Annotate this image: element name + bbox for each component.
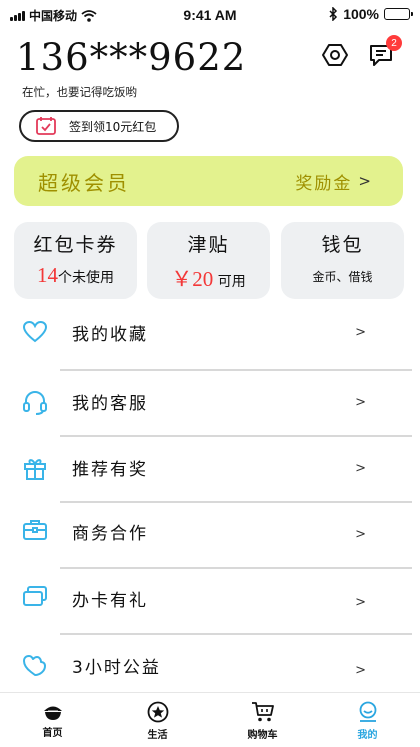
battery-icon bbox=[384, 8, 413, 20]
status-right: 100% bbox=[329, 6, 413, 22]
vip-reward-link[interactable]: 奖励金 > bbox=[295, 169, 373, 194]
status-bar: 中国移动 9:41 AM 100% bbox=[0, 0, 420, 30]
menu-item-label: 3小时公益 bbox=[72, 658, 161, 678]
menu-item-label: 推荐有奖 bbox=[72, 460, 148, 480]
allowance-amount: ￥20 bbox=[171, 267, 214, 291]
settings-icon bbox=[322, 44, 348, 66]
chevron-right-icon: > bbox=[355, 325, 366, 340]
cards-icon bbox=[23, 586, 47, 606]
card-title: 津贴 bbox=[187, 234, 230, 256]
menu-item-label: 商务合作 bbox=[72, 524, 148, 544]
card-wallet[interactable]: 钱包 金币、借钱 bbox=[281, 222, 404, 299]
user-motto: 在忙，也要记得吃饭哟 bbox=[22, 85, 137, 99]
battery-percent: 100% bbox=[343, 6, 379, 22]
tab-label: 生活 bbox=[147, 730, 168, 741]
card-subtitle: 金币、借钱 bbox=[312, 270, 373, 284]
headset-icon bbox=[23, 391, 47, 415]
tab-label: 首页 bbox=[42, 728, 63, 739]
chevron-right-icon: > bbox=[358, 172, 373, 190]
star-icon bbox=[147, 701, 168, 723]
coupon-suffix: 个未使用 bbox=[58, 270, 114, 286]
menu-item-label: 我的收藏 bbox=[72, 325, 148, 345]
user-phone: 136***9622 bbox=[16, 36, 247, 79]
coupon-count: 14 bbox=[37, 263, 58, 287]
chevron-right-icon: > bbox=[355, 595, 366, 610]
chevron-right-icon: > bbox=[355, 395, 366, 410]
tab-mine[interactable]: 我的 bbox=[315, 693, 420, 747]
settings-button[interactable] bbox=[320, 40, 350, 70]
vip-title: 超级会员 bbox=[38, 170, 130, 195]
menu-item-card-offer[interactable]: 办卡有礼 > bbox=[0, 569, 420, 635]
home-icon bbox=[43, 706, 62, 720]
calendar-check-icon bbox=[36, 117, 56, 135]
bottom-tab-bar: 首页 生活 购物车 我的 bbox=[0, 692, 420, 747]
heart-icon bbox=[22, 320, 48, 343]
menu-item-service[interactable]: 我的客服 > bbox=[0, 371, 420, 437]
profile-icon bbox=[359, 701, 376, 722]
tab-cart[interactable]: 购物车 bbox=[210, 693, 315, 747]
vip-banner[interactable]: 超级会员 奖励金 > bbox=[14, 156, 403, 206]
signin-button[interactable]: 签到领10元红包 bbox=[19, 110, 179, 142]
hand-heart-icon bbox=[23, 655, 46, 676]
chevron-right-icon: > bbox=[355, 663, 366, 678]
message-badge: 2 bbox=[386, 35, 402, 51]
chevron-right-icon: > bbox=[355, 527, 366, 542]
menu-list: 我的收藏 > 我的客服 > 推荐有奖 > 商务合作 > 办卡有礼 > 3小时公益… bbox=[0, 305, 420, 701]
menu-item-favorites[interactable]: 我的收藏 > bbox=[0, 305, 420, 371]
card-title: 钱包 bbox=[321, 234, 364, 256]
card-title: 红包卡券 bbox=[33, 234, 118, 256]
card-subtitle: ￥20 可用 bbox=[147, 263, 270, 293]
vip-reward-label: 奖励金 bbox=[295, 173, 353, 194]
allowance-suffix: 可用 bbox=[213, 274, 246, 290]
menu-item-label: 办卡有礼 bbox=[72, 591, 148, 611]
tab-label: 购物车 bbox=[247, 730, 278, 741]
gift-icon bbox=[24, 459, 46, 480]
menu-item-business[interactable]: 商务合作 > bbox=[0, 503, 420, 569]
menu-item-label: 我的客服 bbox=[72, 394, 148, 414]
tab-life[interactable]: 生活 bbox=[105, 693, 210, 747]
tab-label: 我的 bbox=[357, 730, 378, 741]
briefcase-icon bbox=[23, 520, 47, 540]
signin-label: 签到领10元红包 bbox=[69, 119, 157, 134]
bluetooth-icon bbox=[329, 7, 338, 21]
menu-item-referral[interactable]: 推荐有奖 > bbox=[0, 437, 420, 503]
card-coupons[interactable]: 红包卡券 14个未使用 bbox=[14, 222, 137, 299]
cart-icon bbox=[251, 702, 274, 722]
tab-home[interactable]: 首页 bbox=[0, 693, 105, 747]
chevron-right-icon: > bbox=[355, 461, 366, 476]
card-subtitle: 14个未使用 bbox=[14, 263, 137, 288]
messages-button[interactable]: 2 bbox=[366, 35, 402, 70]
card-allowance[interactable]: 津贴 ￥20 可用 bbox=[147, 222, 270, 299]
